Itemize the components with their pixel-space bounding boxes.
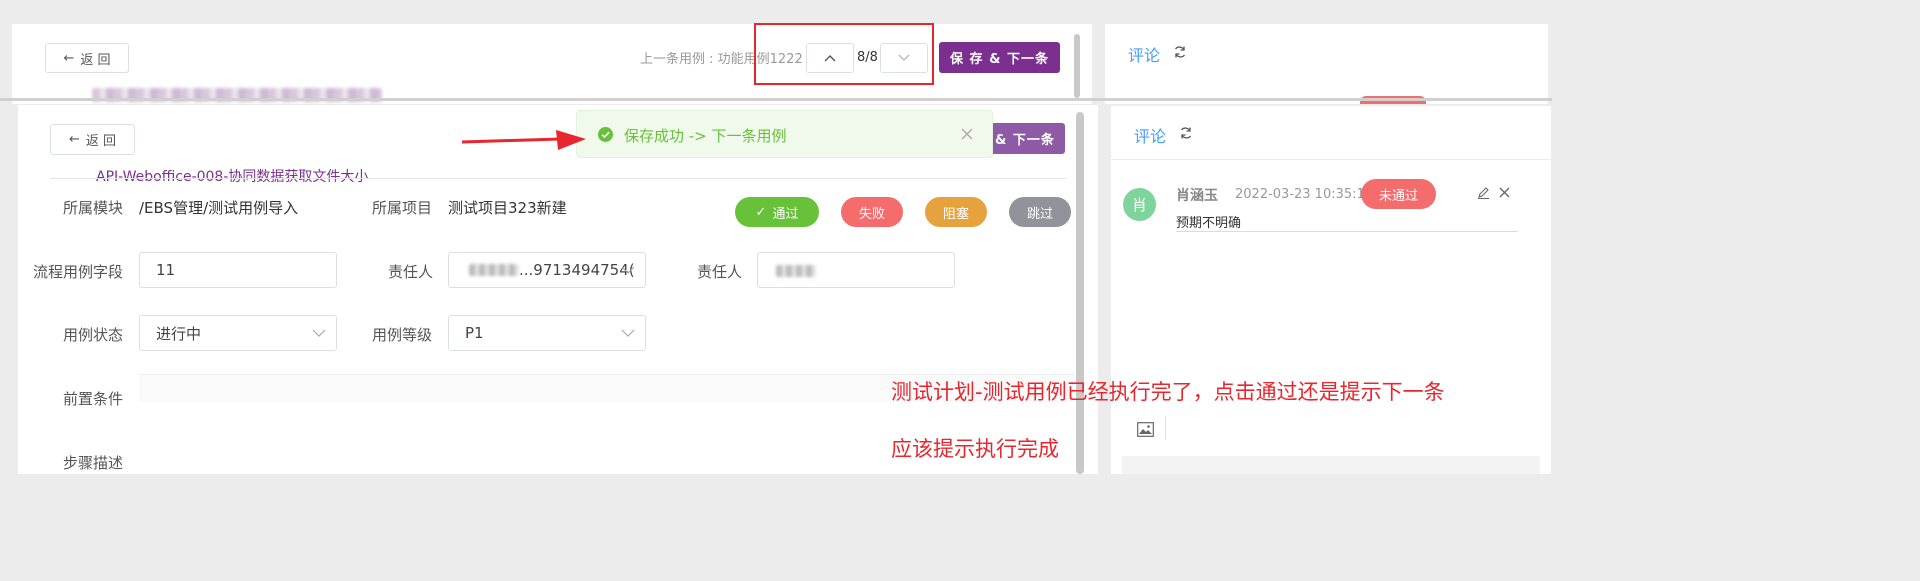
block-button[interactable]: 阻塞 <box>925 197 987 227</box>
owner2-blurred <box>776 265 816 277</box>
comment-editor[interactable] <box>1122 456 1540 474</box>
chevron-down-icon <box>621 266 635 274</box>
owner2-input[interactable] <box>757 252 955 288</box>
pass-button[interactable]: ✓ 通过 <box>735 197 819 227</box>
chevron-down-icon <box>312 329 326 337</box>
highlight-box <box>754 23 934 85</box>
image-icon[interactable] <box>1137 422 1154 437</box>
module-value: /EBS管理/测试用例导入 <box>139 199 299 217</box>
level-select[interactable]: P1 <box>448 315 646 351</box>
close-icon[interactable] <box>961 128 973 140</box>
annotation-line-1: 测试计划-测试用例已经执行完了，点击通过还是提示下一条 <box>891 380 1445 404</box>
top-save-next-button[interactable]: 保 存 & 下一条 <box>939 42 1060 73</box>
comment-title: 评论 <box>1134 127 1167 146</box>
comment-header-divider <box>1111 159 1551 160</box>
flow-label: 流程用例字段 <box>33 263 124 281</box>
avatar: 肖 <box>1123 188 1156 221</box>
save-next-button[interactable]: & 下一条 <box>985 123 1065 154</box>
close-icon[interactable] <box>1499 187 1510 198</box>
project-label: 所属项目 <box>372 199 433 217</box>
back-button[interactable]: ← 返 回 <box>50 124 135 155</box>
owner2-label: 责任人 <box>697 263 743 281</box>
comment-time: 2022-03-23 10:35:15 <box>1235 187 1374 202</box>
title-underline <box>50 178 1066 179</box>
comment-status-badge: 未通过 <box>1361 179 1436 209</box>
module-label: 所属模块 <box>63 199 124 217</box>
steps-label: 步骤描述 <box>63 454 124 472</box>
main-panel <box>18 105 1098 474</box>
status-select[interactable]: 进行中 <box>139 315 337 351</box>
flow-input[interactable]: 11 <box>139 252 337 288</box>
arrow-left-icon: ← <box>63 50 75 66</box>
annotation-arrow <box>461 130 586 150</box>
refresh-icon[interactable] <box>1179 126 1193 140</box>
precondition-label: 前置条件 <box>63 390 124 408</box>
edit-icon[interactable] <box>1477 186 1490 199</box>
top-comment-panel <box>1105 24 1548 104</box>
refresh-icon[interactable] <box>1173 45 1187 59</box>
top-comment-title: 评论 <box>1128 46 1161 65</box>
chevron-down-icon <box>621 329 635 337</box>
status-label: 用例状态 <box>63 326 124 344</box>
level-label: 用例等级 <box>372 326 433 344</box>
owner-blurred <box>469 264 519 276</box>
skip-button[interactable]: 跳过 <box>1009 197 1071 227</box>
main-scrollbar[interactable] <box>1076 112 1084 474</box>
owner-label: 责任人 <box>388 263 434 281</box>
top-back-button[interactable]: ← 返 回 <box>45 43 129 73</box>
toolbar-divider <box>1165 417 1166 439</box>
comment-panel <box>1111 106 1551 474</box>
arrow-left-icon: ← <box>68 132 80 147</box>
project-value: 测试项目323新建 <box>448 199 567 217</box>
comment-underline <box>1176 231 1518 232</box>
top-scrollbar[interactable] <box>1074 34 1080 98</box>
check-circle-icon <box>598 127 613 142</box>
owner-select[interactable]: ...9713494754( <box>448 252 646 288</box>
fail-button[interactable]: 失败 <box>841 197 903 227</box>
comment-author: 肖涵玉 <box>1176 188 1218 204</box>
case-title: API-Weboffice-008-协同数据获取文件大小 <box>96 169 369 185</box>
comment-text: 预期不明确 <box>1176 216 1242 231</box>
annotation-line-2: 应该提示执行完成 <box>891 437 1059 461</box>
success-toast: 保存成功 -> 下一条用例 <box>576 110 993 158</box>
divider-line <box>0 98 1552 101</box>
check-icon: ✓ <box>755 204 767 220</box>
toast-message: 保存成功 -> 下一条用例 <box>624 127 787 145</box>
